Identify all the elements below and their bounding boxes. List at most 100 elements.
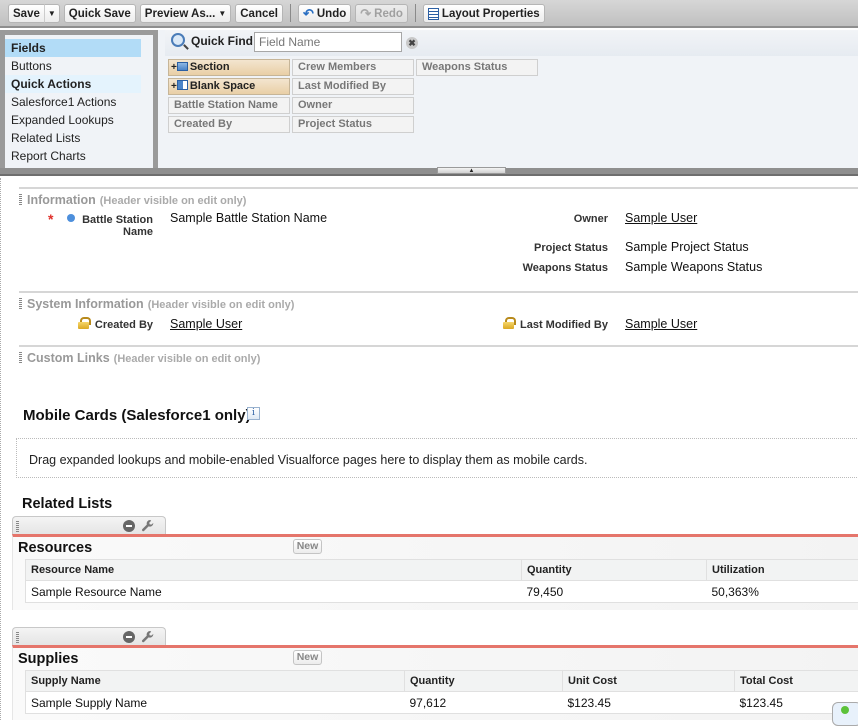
column-header: Resource Name [26,560,522,581]
cancel-button[interactable]: Cancel [235,4,283,23]
drag-handle-icon[interactable] [16,632,19,643]
wrench-icon[interactable] [141,519,155,533]
save-dropdown-button[interactable]: ▼ [45,4,60,23]
category-buttons[interactable]: Buttons [5,57,153,75]
section-title: Information [27,193,96,207]
quick-find-bar: Quick Find ✖ [165,30,858,56]
category-salesforce1-actions[interactable]: Salesforce1 Actions [5,93,153,111]
layout-canvas: Information (Header visible on edit only)… [0,178,858,720]
quick-find-label: Quick Find [191,34,253,48]
layout-properties-label: Layout Properties [442,8,540,20]
field-value-owner[interactable]: Sample User [625,211,697,225]
toolbar-divider [415,4,416,22]
section-note: (Header visible on edit only) [148,299,295,311]
quick-find-input[interactable] [254,32,402,52]
field-label-created-by[interactable]: Created By [79,319,153,331]
caret-down-icon: ▼ [218,9,226,18]
section-header: System Information (Header visible on edi… [19,297,294,311]
section-header: Information (Header visible on edit only) [19,193,246,207]
related-list-table: Supply Name Quantity Unit Cost Total Cos… [25,670,858,714]
field-label-battle-station-name[interactable]: Battle Station Name [67,214,153,238]
drag-handle-icon[interactable] [16,521,19,532]
column-header: Supply Name [26,671,405,692]
palette-item-owner[interactable]: Owner [292,97,414,114]
palette-item-section[interactable]: +Section [168,59,290,76]
table-cell: Sample Resource Name [26,581,522,603]
field-value-created-by[interactable]: Sample User [170,317,242,331]
section-custom-links[interactable]: Custom Links(Header visible on edit only… [19,345,858,385]
field-label-project-status[interactable]: Project Status [499,242,608,254]
drag-handle-icon[interactable] [19,194,22,205]
wrench-icon[interactable] [141,630,155,644]
field-value-last-modified-by[interactable]: Sample User [625,317,697,331]
new-button[interactable]: New [293,650,322,665]
section-header: Custom Links(Header visible on edit only… [19,351,260,365]
preview-as-label: Preview As... [145,8,216,20]
related-list-supplies[interactable]: Supplies New Supply Name Quantity Unit C… [12,645,858,720]
category-related-lists[interactable]: Related Lists [5,129,153,147]
category-report-charts[interactable]: Report Charts [5,147,153,165]
remove-icon[interactable] [123,631,135,643]
layout-properties-icon [428,8,439,20]
palette-item-last-modified-by[interactable]: Last Modified By [292,78,414,95]
drag-handle-icon[interactable] [19,352,22,363]
mobile-cards-hint: Drag expanded lookups and mobile-enabled… [29,453,587,467]
help-chat-icon[interactable] [832,702,858,726]
palette-item-battle-station-name[interactable]: Battle Station Name [168,97,290,114]
redo-arrow-icon: ↷ [360,6,371,22]
section-information[interactable]: Information (Header visible on edit only)… [19,187,858,291]
save-button[interactable]: Save [8,4,45,23]
palette-item-weapons-status[interactable]: Weapons Status [416,59,538,76]
category-fields[interactable]: Fields [5,39,141,57]
collapse-palette-button[interactable]: ▲ [437,167,506,174]
palette-item-created-by[interactable]: Created By [168,116,290,133]
layout-properties-button[interactable]: Layout Properties [423,4,545,23]
related-list-title: Supplies [18,651,78,667]
palette: Fields Buttons Quick Actions Salesforce1… [0,30,858,168]
field-label-last-modified-by[interactable]: Last Modified By [499,319,608,331]
table-row: Sample Resource Name 79,450 50,363% [26,581,858,603]
field-label-owner[interactable]: Owner [499,213,608,225]
column-header: Total Cost [735,671,858,692]
palette-item-blank-space[interactable]: +Blank Space [168,78,290,95]
palette-main: Quick Find ✖ +Section +Blank Space Battl… [158,30,858,168]
category-expanded-lookups[interactable]: Expanded Lookups [5,111,153,129]
related-list-resources[interactable]: Resources New Resource Name Quantity Uti… [12,534,858,610]
mobile-cards-drop-zone[interactable]: Drag expanded lookups and mobile-enabled… [16,438,858,478]
field-value-battle-station-name: Sample Battle Station Name [170,211,327,225]
related-lists-title: Related Lists [22,496,112,512]
table-cell: Sample Supply Name [26,692,405,714]
remove-icon[interactable] [123,520,135,532]
new-button[interactable]: New [293,539,322,554]
info-icon[interactable]: i [247,407,260,420]
drag-handle-icon[interactable] [19,298,22,309]
toolbar: Save ▼ Quick Save Preview As... ▼ Cancel… [0,0,858,28]
undo-button[interactable]: ↶ Undo [298,4,351,23]
table-row: Sample Supply Name 97,612 $123.45 $123.4… [26,692,858,714]
mobile-cards-title: Mobile Cards (Salesforce1 only) [23,407,251,424]
field-value-project-status: Sample Project Status [625,240,749,254]
preview-as-button[interactable]: Preview As... ▼ [140,4,231,23]
related-list-toolbar [12,516,166,535]
section-note: (Header visible on edit only) [100,195,247,207]
undo-arrow-icon: ↶ [303,6,314,22]
section-title: Custom Links [27,351,110,365]
palette-splitter[interactable]: ▲ [0,168,858,176]
quick-save-button[interactable]: Quick Save [64,4,136,23]
palette-item-project-status[interactable]: Project Status [292,116,414,133]
clear-search-icon[interactable]: ✖ [406,37,418,49]
blank-space-icon [177,80,188,90]
category-quick-actions[interactable]: Quick Actions [5,75,141,93]
palette-item-label: Blank Space [190,80,255,92]
required-icon: * [48,211,53,227]
table-header-row: Supply Name Quantity Unit Cost Total Cos… [26,671,858,692]
undo-label: Undo [317,8,346,20]
field-label-weapons-status[interactable]: Weapons Status [499,262,608,274]
palette-item-crew-members[interactable]: Crew Members [292,59,414,76]
section-title: System Information [27,297,144,311]
section-system-information[interactable]: System Information (Header visible on edi… [19,291,858,345]
redo-button[interactable]: ↷ Redo [355,4,408,23]
column-header: Quantity [405,671,563,692]
related-list-title: Resources [18,540,92,556]
column-header: Quantity [522,560,707,581]
